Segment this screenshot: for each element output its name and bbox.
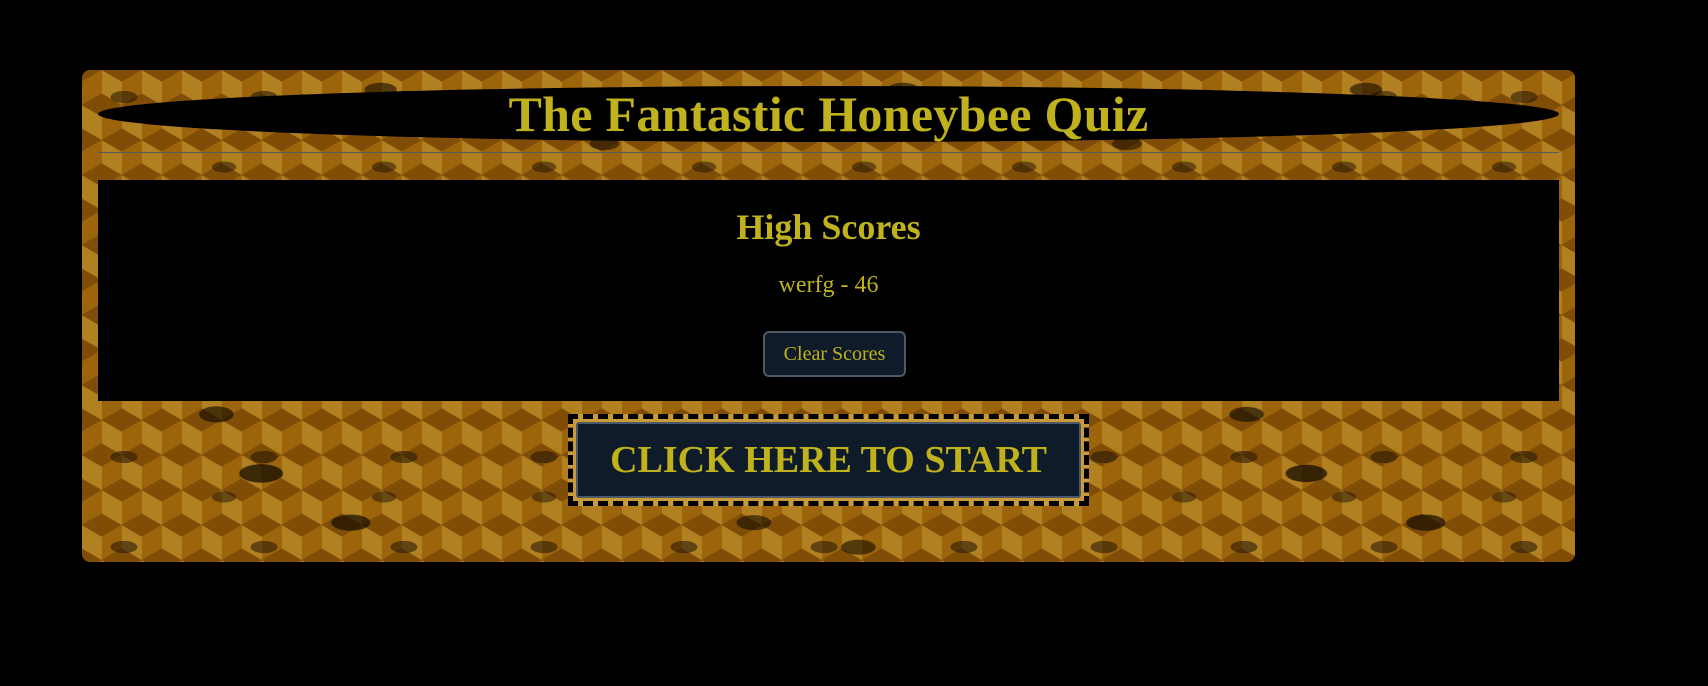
clear-scores-button[interactable]: Clear Scores [763,331,906,377]
start-button[interactable]: CLICK HERE TO START [576,422,1081,498]
quiz-container: The Fantastic Honeybee Quiz High Scores … [82,70,1575,562]
high-scores-heading: High Scores [736,207,921,247]
title-divider [98,152,1559,153]
score-entry: werfg - 46 [778,272,879,298]
title-banner: The Fantastic Honeybee Quiz [98,86,1559,142]
start-button-frame: CLICK HERE TO START [568,414,1089,506]
page-title: The Fantastic Honeybee Quiz [508,86,1149,142]
page: The Fantastic Honeybee Quiz High Scores … [0,0,1708,686]
high-scores-panel: High Scores werfg - 46 Clear Scores [98,180,1559,401]
